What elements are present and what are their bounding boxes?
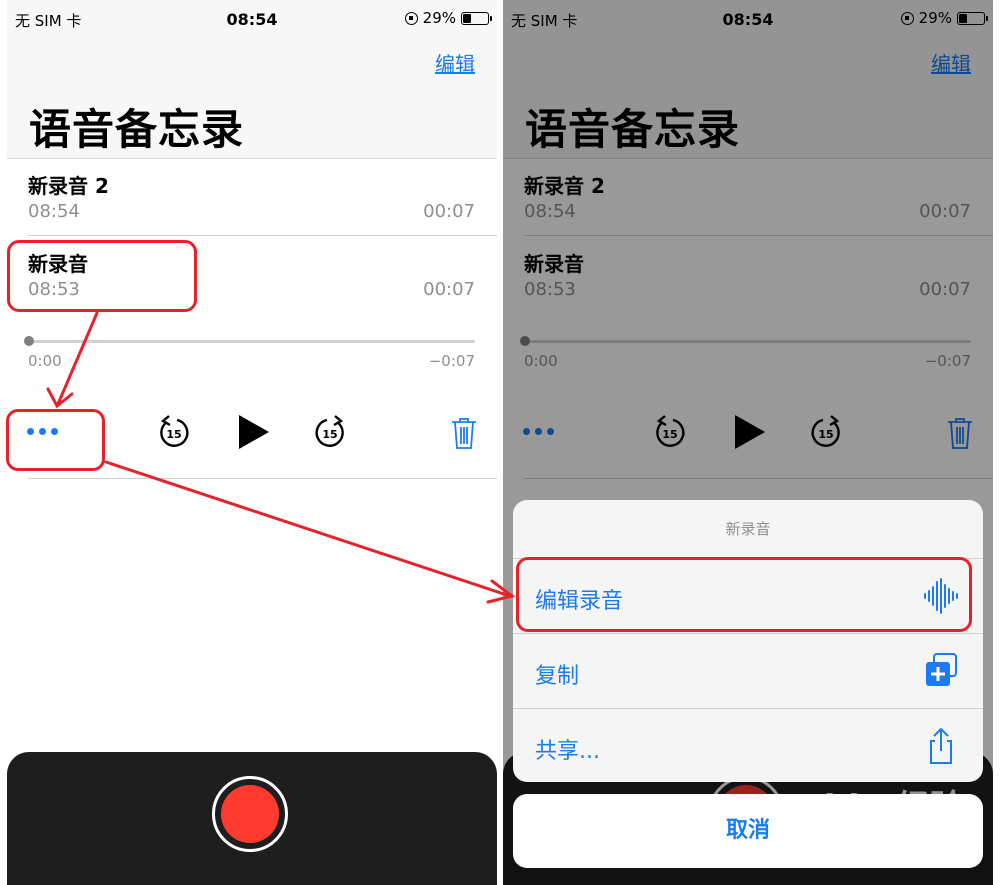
annotation-arrows <box>46 311 516 604</box>
annotation-arrow-line <box>104 460 512 598</box>
watermark-logo: Baidu 经验 <box>775 788 964 828</box>
annotation-arrow-line <box>56 311 99 406</box>
watermark-url: jingyan.baidu.com <box>770 838 918 857</box>
